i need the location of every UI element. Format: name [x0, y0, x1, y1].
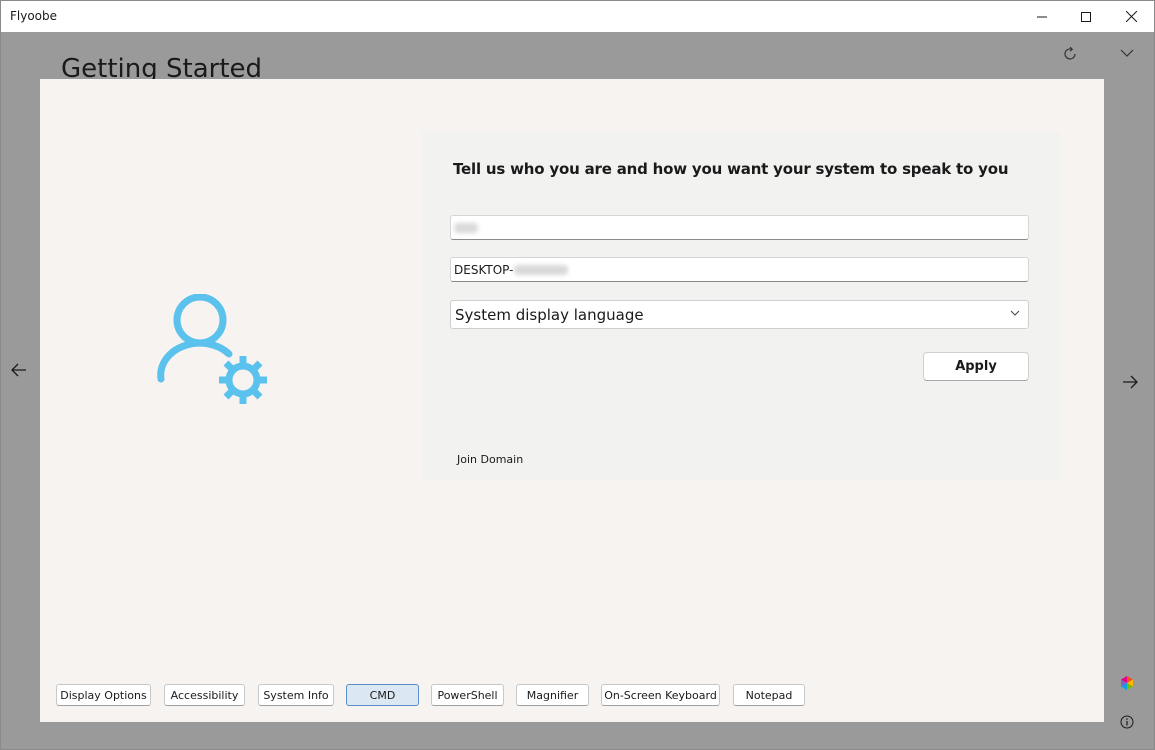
app-title: Flyoobe — [10, 9, 58, 23]
on-screen-keyboard-button[interactable]: On-Screen Keyboard — [601, 684, 720, 706]
arrow-right-icon — [1123, 375, 1138, 389]
magnifier-button[interactable]: Magnifier — [516, 684, 589, 706]
close-button[interactable] — [1108, 1, 1154, 32]
back-button[interactable] — [7, 358, 31, 382]
device-name-input[interactable]: DESKTOP- — [450, 257, 1029, 282]
chevron-down-icon — [1010, 310, 1020, 316]
minimize-icon — [1037, 16, 1047, 17]
powershell-button[interactable]: PowerShell — [431, 684, 504, 706]
accessibility-button[interactable]: Accessibility — [164, 684, 245, 706]
expand-button[interactable] — [1113, 39, 1141, 67]
app-window: Flyoobe Getting Started Tell us who you … — [0, 0, 1155, 750]
user-settings-icon — [157, 293, 269, 406]
system-info-button[interactable]: System Info — [258, 684, 334, 706]
app-content: Getting Started Tell us who you are and … — [1, 32, 1154, 749]
arrow-left-icon — [11, 363, 26, 377]
notepad-button[interactable]: Notepad — [733, 684, 805, 706]
language-select[interactable]: System display language — [450, 300, 1029, 329]
refresh-icon — [1064, 46, 1076, 60]
redacted-value — [514, 264, 569, 275]
info-button[interactable] — [1117, 712, 1137, 732]
title-bar[interactable]: Flyoobe — [1, 1, 1154, 32]
card-heading: Tell us who you are and how you want you… — [453, 160, 1009, 178]
chevron-down-icon — [1120, 49, 1134, 57]
language-selected-value: System display language — [455, 305, 644, 324]
maximize-button[interactable] — [1063, 1, 1109, 32]
apply-button[interactable]: Apply — [923, 352, 1029, 381]
user-name-input[interactable] — [450, 215, 1029, 240]
refresh-button[interactable] — [1056, 40, 1084, 68]
device-name-prefix: DESKTOP- — [454, 262, 514, 277]
next-button[interactable] — [1118, 370, 1142, 394]
main-panel: Tell us who you are and how you want you… — [40, 79, 1104, 722]
close-icon — [1125, 11, 1137, 22]
copilot-button[interactable] — [1117, 674, 1137, 694]
cmd-button[interactable]: CMD — [346, 684, 419, 706]
setup-card: Tell us who you are and how you want you… — [422, 131, 1060, 481]
display-options-button[interactable]: Display Options — [56, 684, 151, 706]
redacted-value — [454, 222, 478, 233]
copilot-icon — [1121, 676, 1133, 690]
maximize-icon — [1081, 11, 1091, 22]
info-icon — [1120, 715, 1134, 729]
minimize-button[interactable] — [1019, 1, 1065, 32]
join-domain-link[interactable]: Join Domain — [457, 453, 523, 466]
